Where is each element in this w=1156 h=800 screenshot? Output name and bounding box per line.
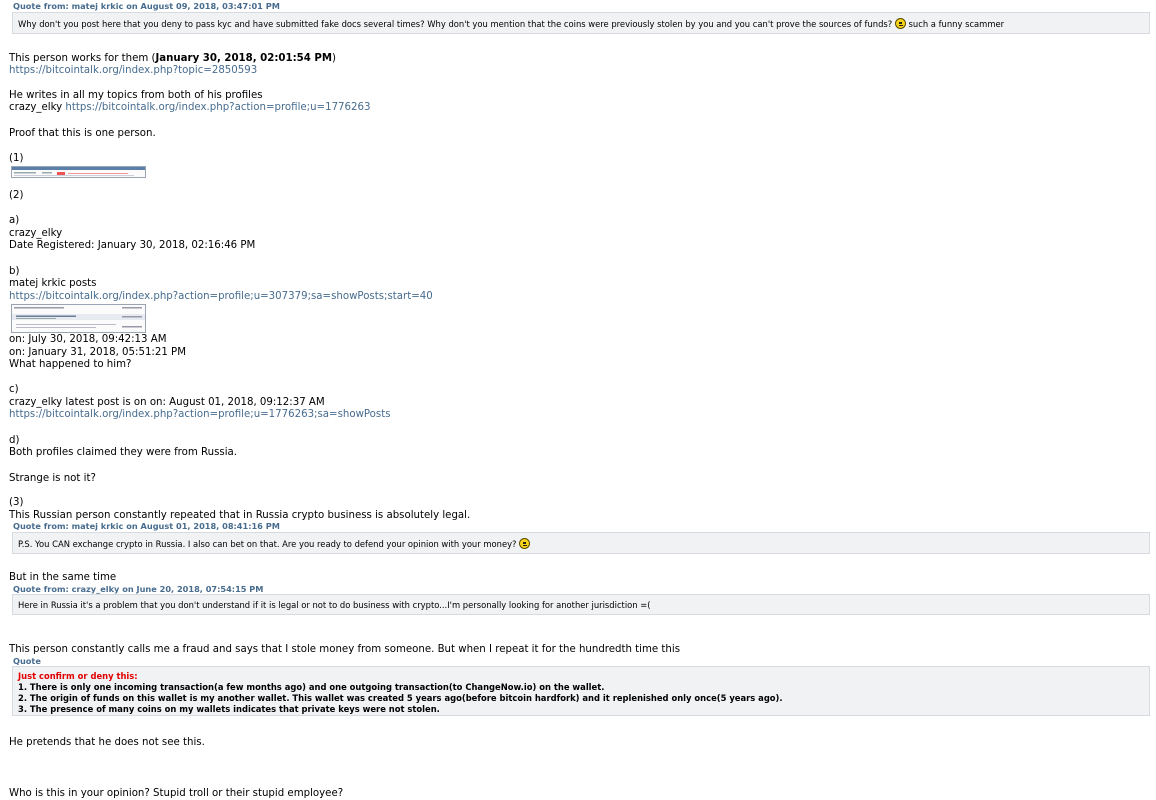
quote-text: Here in Russia it's a problem that you d… (18, 600, 651, 610)
post-text: Both profiles claimed they were from Rus… (9, 447, 238, 458)
quote-block: P.S. You CAN exchange crypto in Russia. … (12, 532, 1150, 554)
item-label: b) (9, 266, 20, 277)
quote-block: Here in Russia it's a problem that you d… (12, 594, 1150, 615)
post-text: Who is this in your opinion? Stupid trol… (9, 788, 344, 799)
smiley-icon (894, 18, 906, 29)
post-text: What happened to him? (9, 359, 132, 370)
quote-suffix: such a funny scammer (905, 19, 1005, 29)
quote-text: Why don't you post here that you deny to… (18, 19, 893, 29)
username: crazy_elky (9, 228, 63, 239)
item-label: a) (9, 215, 20, 226)
list-item: 1. There is only one incoming transactio… (18, 682, 605, 692)
quote-header: Quote (13, 656, 41, 666)
post-paragraph: This person works for them (January 30, … (9, 53, 336, 64)
quote-header-link[interactable]: Quote from: matej krkic on August 09, 20… (13, 1, 280, 11)
screenshot-thumbnail[interactable] (11, 166, 146, 178)
section-marker: (1) (9, 153, 24, 164)
post-text: matej krkic posts (9, 278, 97, 289)
screenshot-thumbnail[interactable] (11, 304, 146, 333)
quote-text: P.S. You CAN exchange crypto in Russia. … (18, 539, 517, 549)
post-date-line: on: July 30, 2018, 09:42:13 AM (9, 334, 167, 345)
post-text: This person constantly calls me a fraud … (9, 644, 681, 655)
post-date: January 30, 2018, 02:01:54 PM (155, 53, 332, 64)
section-marker: (2) (9, 190, 24, 201)
post-date-line: on: January 31, 2018, 05:51:21 PM (9, 347, 186, 358)
profile-link[interactable]: https://bitcointalk.org/index.php?action… (65, 102, 370, 113)
list-item: 3. The presence of many coins on my wall… (18, 704, 440, 714)
quote-block: Just confirm or deny this: 1. There is o… (12, 666, 1150, 716)
quote-header-link[interactable]: Quote from: matej krkic on August 01, 20… (13, 521, 280, 531)
post-text: crazy_elky https://bitcointalk.org/index… (9, 102, 371, 113)
post-text: But in the same time (9, 572, 117, 583)
post-text: Proof that this is one person. (9, 128, 156, 139)
show-posts-link[interactable]: https://bitcointalk.org/index.php?action… (9, 409, 391, 421)
quote-header-link[interactable]: Quote from: crazy_elky on June 20, 2018,… (13, 584, 263, 594)
posts-link[interactable]: https://bitcointalk.org/index.php?action… (9, 291, 433, 303)
post-text: Strange is not it? (9, 473, 96, 484)
registration-date: Date Registered: January 30, 2018, 02:16… (9, 240, 256, 251)
post-text: He writes in all my topics from both of … (9, 90, 263, 101)
list-item: 2. The origin of funds on this wallet is… (18, 693, 783, 703)
post-text: He pretends that he does not see this. (9, 737, 205, 748)
section-marker: (3) (9, 497, 24, 508)
quote-block: Why don't you post here that you deny to… (12, 12, 1150, 34)
topic-link[interactable]: https://bitcointalk.org/index.php?topic=… (9, 65, 257, 77)
quote-title: Just confirm or deny this: (18, 671, 138, 681)
post-text: crazy_elky latest post is on on: August … (9, 397, 325, 408)
item-label: c) (9, 384, 19, 395)
item-label: d) (9, 435, 20, 446)
smiley-icon (519, 538, 531, 549)
